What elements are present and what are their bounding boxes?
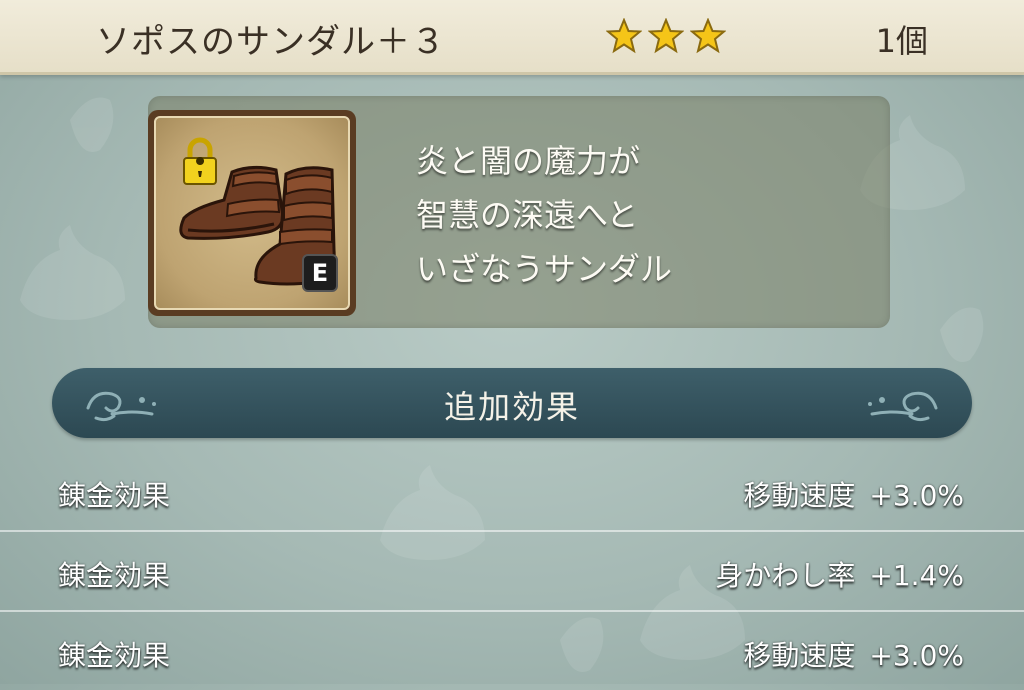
item-count: 1個 <box>875 22 928 60</box>
flourish-right-icon <box>868 391 938 422</box>
item-header-bar: ソポスのサンダル＋３ 1個 <box>0 0 1024 75</box>
effect-value: 身かわし率 +1.4% <box>715 554 964 594</box>
section-title: 追加効果 <box>443 388 580 426</box>
item-name: ソポスのサンダル＋３ <box>96 22 446 62</box>
description-line: 智慧の深遠へと <box>416 196 639 234</box>
effect-amount: +3.0% <box>869 479 964 512</box>
description-line: 炎と闇の魔力が <box>416 142 641 180</box>
effect-stat: 移動速度 <box>743 479 856 512</box>
item-info-panel: E 炎と闇の魔力が 智慧の深遠へと いざなうサンダル <box>148 96 890 328</box>
star-icon <box>690 18 726 54</box>
effect-amount: +1.4% <box>869 559 964 592</box>
description-line: いざなうサンダル <box>416 250 673 288</box>
effect-label: 錬金効果 <box>58 479 171 512</box>
effects-list: 錬金効果 移動速度 +3.0% 錬金効果 身かわし率 +1.4% 錬金効果 移動速度… <box>0 452 1024 690</box>
effect-row: 錬金効果 移動速度 +3.0% <box>0 452 1024 532</box>
star-icon <box>648 18 684 54</box>
item-description: 炎と闇の魔力が 智慧の深遠へと いざなうサンダル <box>416 134 672 296</box>
effect-stat: 移動速度 <box>743 639 856 672</box>
equipped-badge: E <box>302 254 338 292</box>
effect-label: 錬金効果 <box>58 559 171 592</box>
rarity-stars <box>606 18 726 54</box>
item-icon-frame[interactable]: E <box>148 110 356 316</box>
lock-icon <box>183 137 217 185</box>
effect-row: 錬金効果 身かわし率 +1.4% <box>0 532 1024 612</box>
effect-row: 錬金効果 移動速度 +3.0% <box>0 612 1024 690</box>
item-icon-slot: E <box>154 116 350 310</box>
additional-effects-banner: 追加効果 <box>52 368 972 438</box>
effect-label: 錬金効果 <box>58 639 171 672</box>
effect-stat: 身かわし率 <box>715 559 856 592</box>
effect-value: 移動速度 +3.0% <box>743 634 964 674</box>
effect-amount: +3.0% <box>869 639 964 672</box>
star-icon <box>606 18 642 54</box>
effect-value: 移動速度 +3.0% <box>743 474 964 514</box>
